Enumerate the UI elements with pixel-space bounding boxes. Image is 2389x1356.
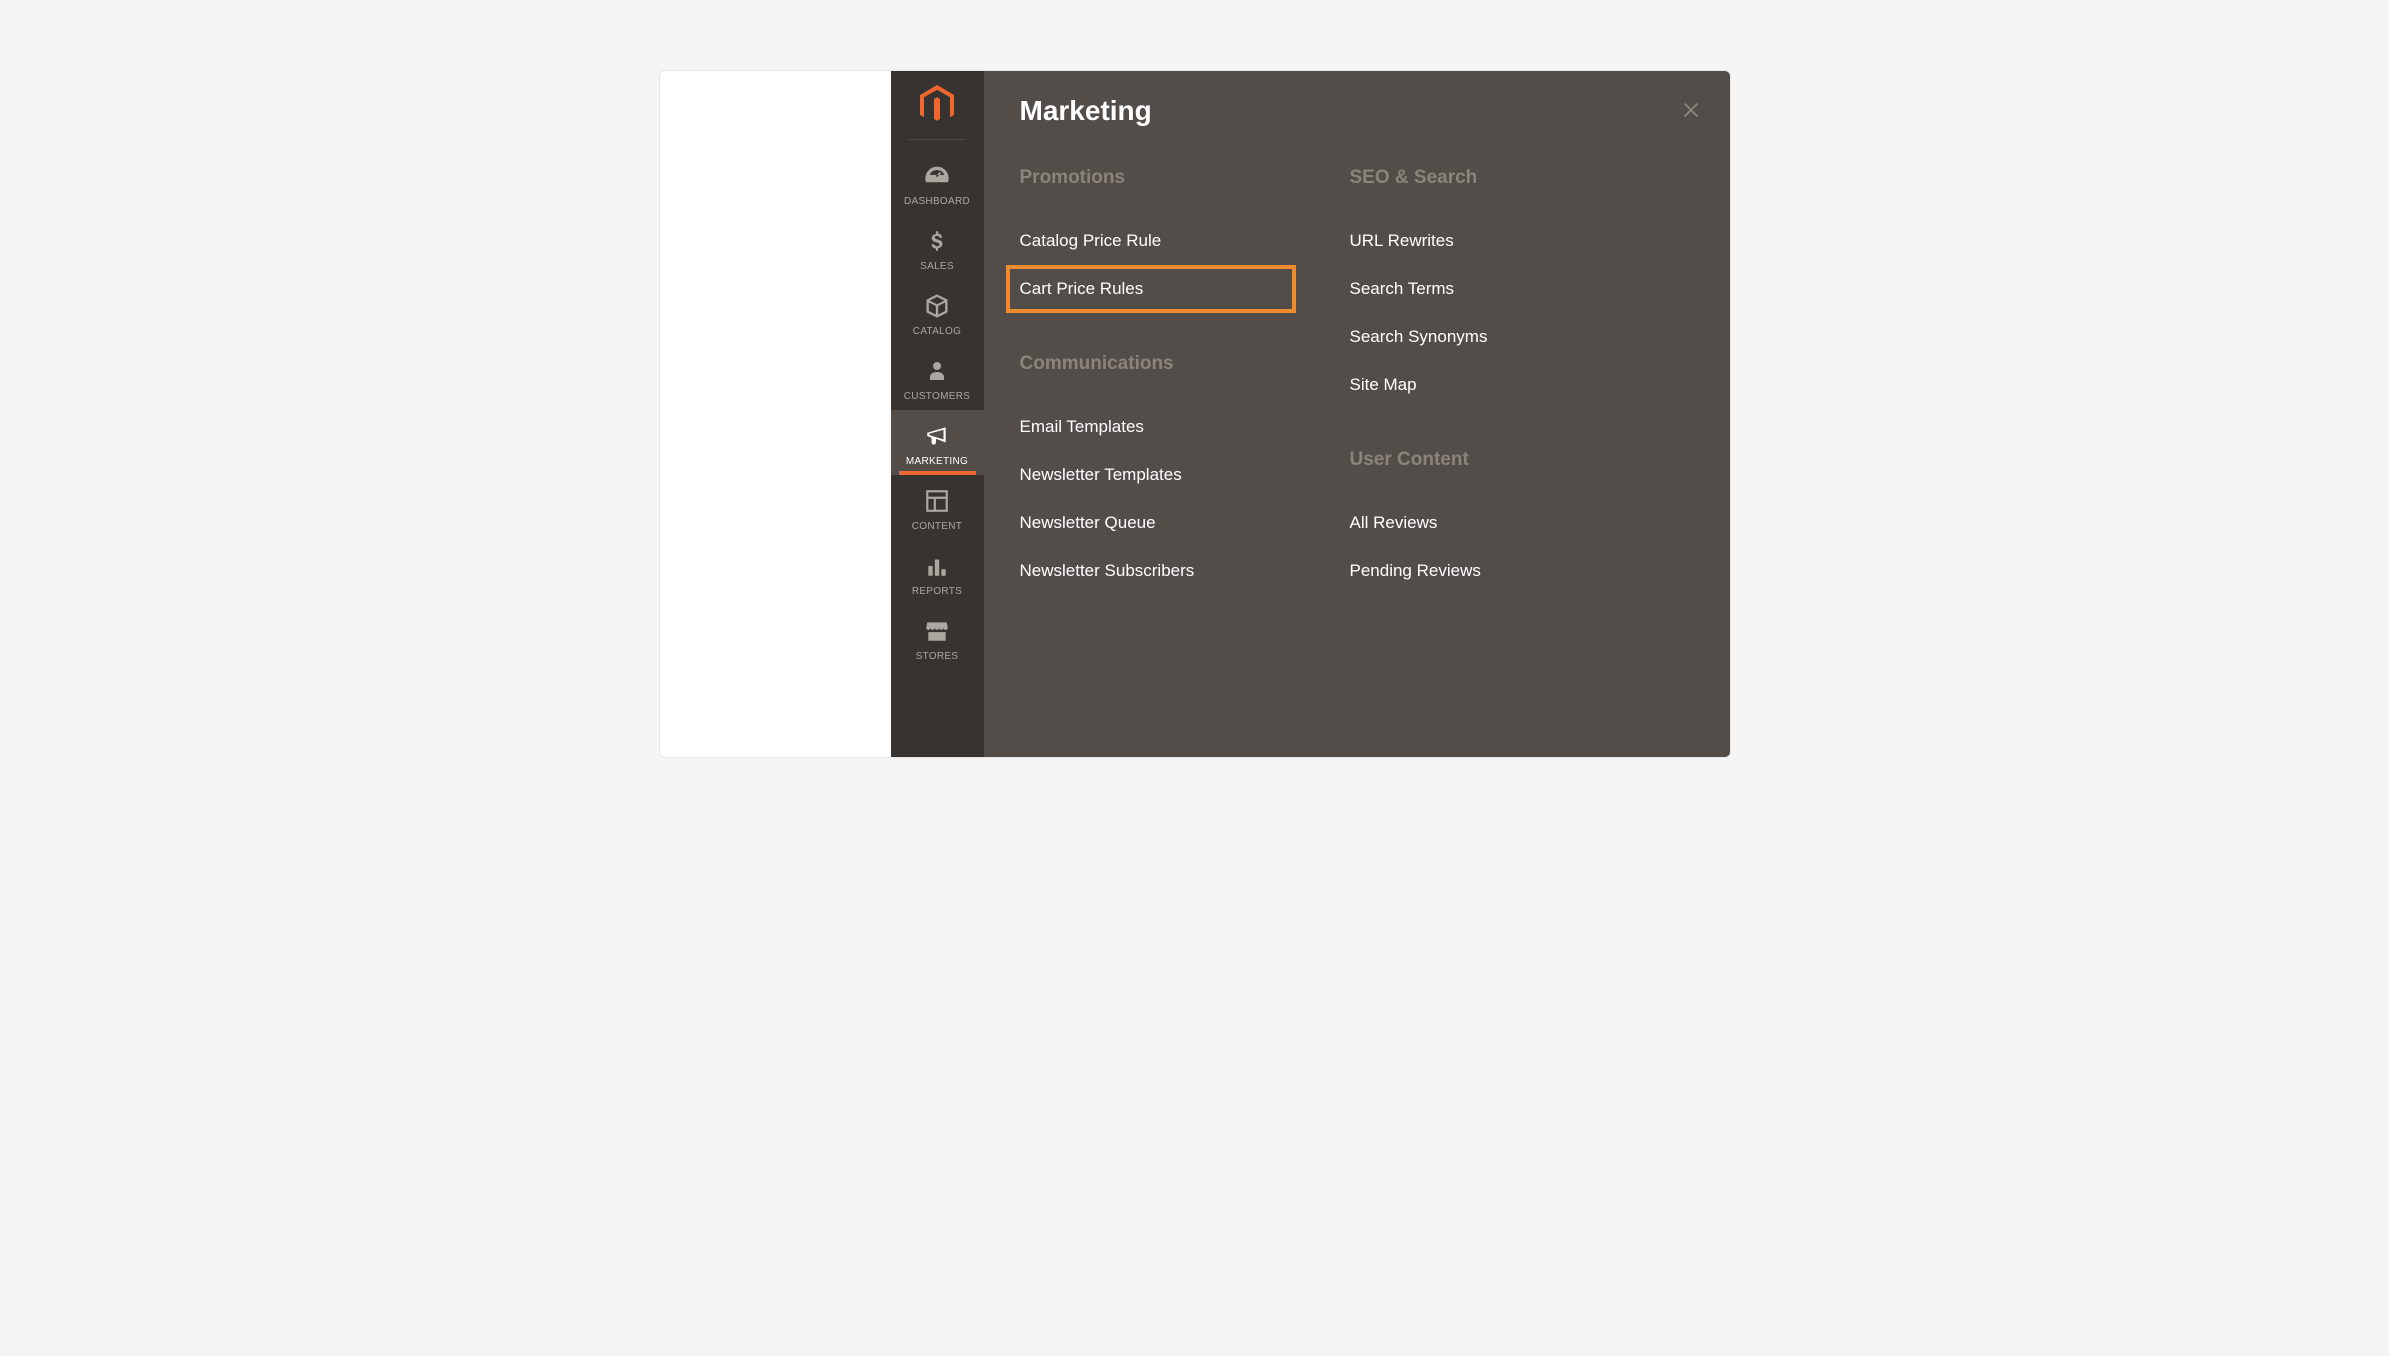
section-promotions: Promotions Catalog Price Rule Cart Price…: [1020, 167, 1330, 313]
logo-divider: [908, 139, 966, 140]
menu-link-catalog-price-rule[interactable]: Catalog Price Rule: [1006, 217, 1296, 265]
section-communications: Communications Email Templates Newslette…: [1020, 353, 1330, 595]
menu-link-all-reviews[interactable]: All Reviews: [1336, 499, 1626, 547]
sidebar-item-label: REPORTS: [912, 586, 962, 597]
menu-link-newsletter-templates[interactable]: Newsletter Templates: [1006, 451, 1296, 499]
sidebar-item-label: CONTENT: [912, 521, 962, 532]
box-icon: [921, 290, 953, 322]
gauge-icon: [921, 160, 953, 192]
magento-logo[interactable]: [919, 71, 955, 139]
section-user-content: User Content All Reviews Pending Reviews: [1350, 449, 1660, 595]
menu-link-cart-price-rules[interactable]: Cart Price Rules: [1006, 265, 1296, 313]
bars-icon: [921, 550, 953, 582]
menu-link-url-rewrites[interactable]: URL Rewrites: [1336, 217, 1626, 265]
sidebar-item-sales[interactable]: SALES: [891, 215, 984, 280]
menu-link-newsletter-subscribers[interactable]: Newsletter Subscribers: [1006, 547, 1296, 595]
sidebar-item-dashboard[interactable]: DASHBOARD: [891, 150, 984, 215]
section-title: Communications: [1020, 353, 1330, 375]
section-title: SEO & Search: [1350, 167, 1660, 189]
close-button[interactable]: [1676, 95, 1706, 130]
sidebar-item-catalog[interactable]: CATALOG: [891, 280, 984, 345]
person-icon: [921, 355, 953, 387]
menu-link-pending-reviews[interactable]: Pending Reviews: [1336, 547, 1626, 595]
storefront-icon: [921, 615, 953, 647]
sidebar: DASHBOARD SALES CATALOG CUSTOMERS MARKET: [891, 71, 984, 757]
section-title: User Content: [1350, 449, 1660, 471]
section-seo-search: SEO & Search URL Rewrites Search Terms S…: [1350, 167, 1660, 409]
layout-icon: [921, 485, 953, 517]
sidebar-item-customers[interactable]: CUSTOMERS: [891, 345, 984, 410]
menu-link-site-map[interactable]: Site Map: [1336, 361, 1626, 409]
flyout-columns: Promotions Catalog Price Rule Cart Price…: [1020, 167, 1706, 635]
sidebar-item-content[interactable]: CONTENT: [891, 475, 984, 540]
flyout-header: Marketing: [1020, 95, 1706, 167]
menu-link-email-templates[interactable]: Email Templates: [1006, 403, 1296, 451]
sidebar-item-label: MARKETING: [906, 456, 968, 467]
flyout-title: Marketing: [1020, 95, 1152, 127]
menu-link-search-terms[interactable]: Search Terms: [1336, 265, 1626, 313]
megaphone-icon: [921, 420, 953, 452]
sidebar-item-stores[interactable]: STORES: [891, 605, 984, 670]
flyout-column-left: Promotions Catalog Price Rule Cart Price…: [1020, 167, 1330, 635]
sidebar-item-reports[interactable]: REPORTS: [891, 540, 984, 605]
menu-link-newsletter-queue[interactable]: Newsletter Queue: [1006, 499, 1296, 547]
sidebar-item-label: DASHBOARD: [904, 196, 970, 207]
section-title: Promotions: [1020, 167, 1330, 189]
flyout-column-right: SEO & Search URL Rewrites Search Terms S…: [1350, 167, 1660, 635]
sidebar-item-label: STORES: [916, 651, 959, 662]
sidebar-item-label: CATALOG: [913, 326, 961, 337]
left-whitespace: [660, 71, 891, 757]
marketing-flyout: Marketing Promotions Catalog Price Rule …: [984, 71, 1730, 757]
dollar-icon: [921, 225, 953, 257]
menu-link-search-synonyms[interactable]: Search Synonyms: [1336, 313, 1626, 361]
admin-panel: DASHBOARD SALES CATALOG CUSTOMERS MARKET: [659, 70, 1731, 758]
sidebar-item-label: CUSTOMERS: [904, 391, 970, 402]
sidebar-item-marketing[interactable]: MARKETING: [891, 410, 984, 475]
sidebar-item-label: SALES: [920, 261, 954, 272]
close-icon: [1680, 99, 1702, 121]
